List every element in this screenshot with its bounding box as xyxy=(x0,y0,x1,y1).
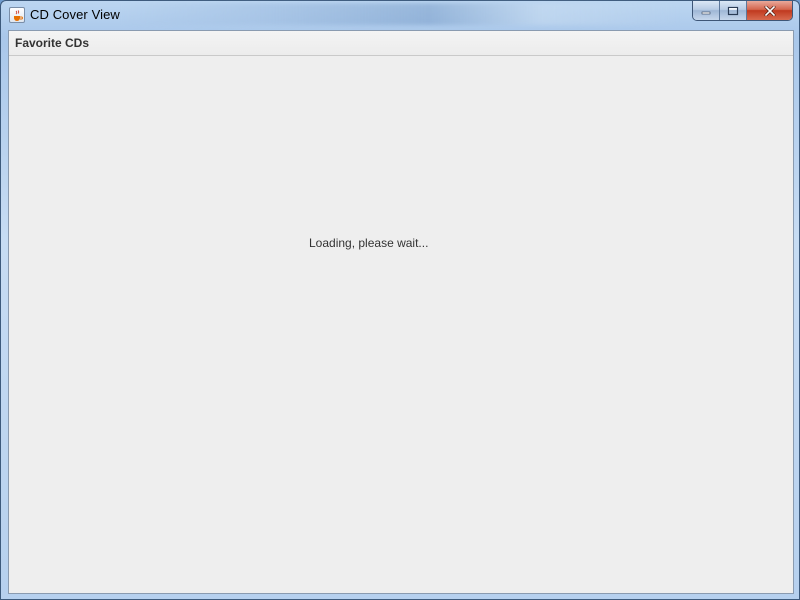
content-panel: Loading, please wait... xyxy=(9,56,793,593)
menu-favorite-cds[interactable]: Favorite CDs xyxy=(15,36,89,50)
window-title: CD Cover View xyxy=(30,7,120,22)
title-bar[interactable]: CD Cover View xyxy=(1,1,799,29)
java-cup-icon xyxy=(9,7,25,23)
close-button[interactable] xyxy=(747,1,792,20)
menu-bar: Favorite CDs xyxy=(9,31,793,56)
maximize-icon xyxy=(727,6,739,15)
close-icon xyxy=(764,5,775,16)
minimize-button[interactable] xyxy=(693,1,720,20)
maximize-button[interactable] xyxy=(720,1,747,20)
minimize-icon xyxy=(701,11,711,14)
app-window: CD Cover View Favorite CDs Loading, plea… xyxy=(0,0,800,600)
client-area: Favorite CDs Loading, please wait... xyxy=(8,30,794,594)
caption-buttons xyxy=(692,1,793,21)
loading-status: Loading, please wait... xyxy=(309,236,429,250)
